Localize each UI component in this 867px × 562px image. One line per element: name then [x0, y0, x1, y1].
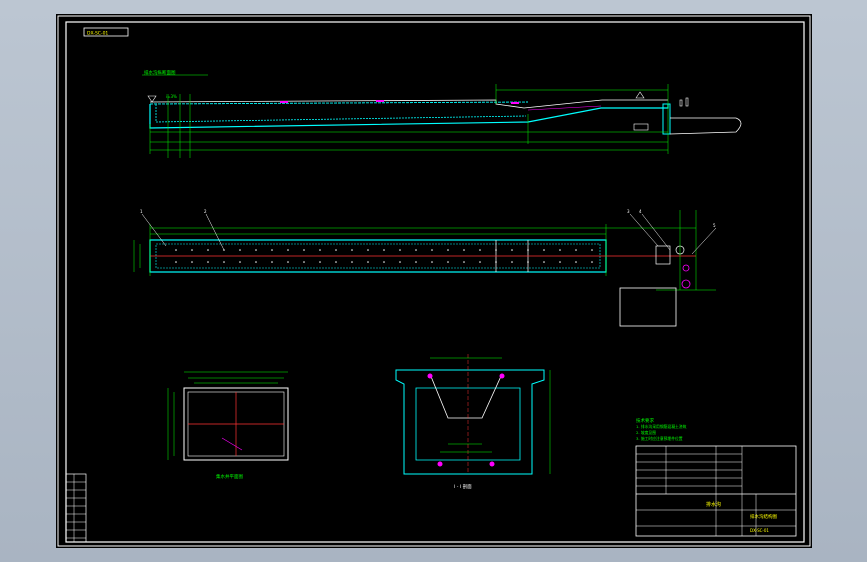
sump-plan: 集水井平面图: [167, 371, 289, 480]
code-box-text: DX-SC-01: [87, 31, 108, 37]
callout-4: 4: [639, 209, 642, 214]
title-block-drawing-title: 排水沟结构图: [750, 513, 777, 520]
title-block: 排水沟 排水沟结构图 DX-SC-01: [635, 445, 797, 537]
callout-2: 2: [204, 209, 207, 214]
title-block-name: 排水沟: [706, 501, 721, 508]
note-2: 2. 坡度见图: [636, 430, 656, 435]
callout-3: 3: [627, 209, 630, 214]
sump-plan-caption: 集水井平面图: [216, 473, 243, 480]
revision-strip: [65, 473, 87, 543]
notes-title: 技术要求: [636, 417, 654, 424]
callout-labels: 1 2 3 4 5: [140, 209, 717, 255]
title-block-drawing-no: DX-SC-01: [750, 528, 769, 533]
note-3: 3. 施工时应注意预埋件位置: [636, 436, 683, 441]
section-caption: I - I 剖面: [454, 483, 472, 490]
note-1: 1. 排水沟采用钢筋混凝土浇筑: [636, 424, 687, 429]
section-view: I - I 剖面: [395, 354, 551, 490]
callout-5: 5: [713, 223, 716, 228]
drawing-sheet: DX-SC-01 排水沟纵断面图 i=3% 1 2 3 4 5 集水井平面图 I…: [56, 14, 812, 548]
revision-strip-rows: [66, 481, 86, 539]
technical-notes: 技术要求 1. 排水沟采用钢筋混凝土浇筑 2. 坡度见图 3. 施工时应注意预埋…: [636, 417, 687, 441]
title-block-rows: [636, 453, 742, 487]
cad-viewport: DX-SC-01 排水沟纵断面图 i=3% 1 2 3 4 5 集水井平面图 I…: [0, 0, 867, 562]
drawing-canvas: DX-SC-01 排水沟纵断面图 i=3% 1 2 3 4 5 集水井平面图 I…: [57, 15, 811, 547]
callout-1: 1: [140, 209, 143, 214]
code-box: DX-SC-01: [83, 27, 129, 37]
plan-view: 1 2 3 4 5: [133, 209, 717, 327]
profile-view: 排水沟纵断面图 i=3%: [142, 69, 742, 158]
slope-label: i=3%: [166, 94, 177, 99]
